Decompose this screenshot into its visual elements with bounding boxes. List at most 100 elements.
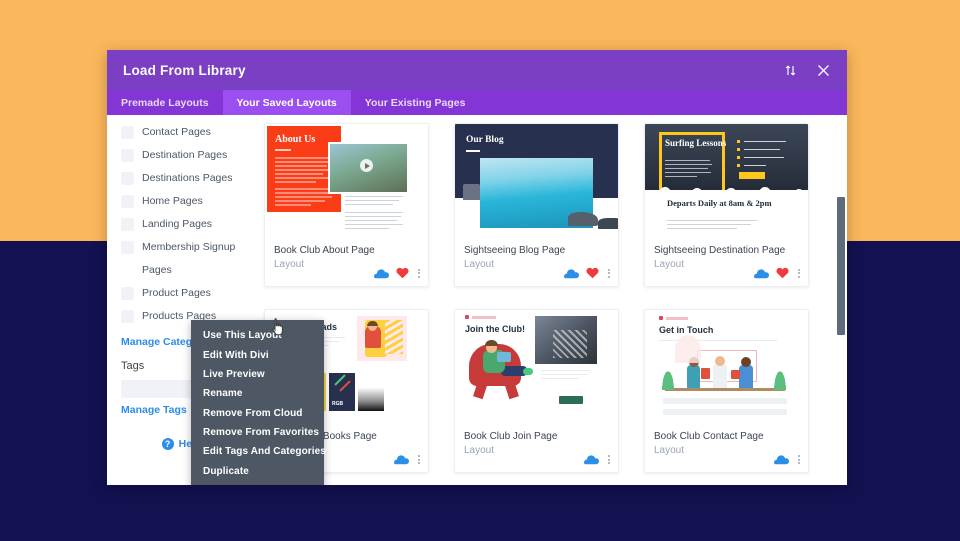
more-options-icon[interactable]: [606, 455, 612, 464]
category-item-product-pages[interactable]: Product Pages: [107, 284, 250, 307]
context-menu-item-live-preview[interactable]: Live Preview: [191, 365, 324, 384]
layout-card-sightseeing-blog-page[interactable]: Our Blog Sightseeing Blog Page Layout: [454, 123, 619, 287]
category-label: Destinations Pages: [142, 172, 233, 184]
cloud-icon[interactable]: [394, 454, 409, 465]
category-item-destinations-pages[interactable]: Destinations Pages: [107, 169, 250, 192]
modal-header: Load From Library: [107, 50, 847, 90]
cloud-icon[interactable]: [754, 268, 769, 279]
modal-body: Contact Pages Destination Pages Destinat…: [107, 115, 847, 485]
layout-card-book-club-join-page[interactable]: Join the Club! Book Club Join Page Layou…: [454, 309, 619, 473]
category-checkbox[interactable]: [121, 126, 134, 139]
close-icon[interactable]: [815, 62, 831, 78]
layouts-grid: About Us Book Club About Page Layout Our…: [264, 123, 833, 473]
thumb-subheading: Departs Daily at 8am & 2pm: [667, 198, 772, 208]
category-list: Contact Pages Destination Pages Destinat…: [107, 123, 250, 330]
category-checkbox[interactable]: [121, 310, 134, 323]
card-actions: [564, 267, 612, 279]
context-menu-item-duplicate[interactable]: Duplicate: [191, 462, 324, 481]
load-from-library-modal: Load From Library Premade Layouts Your S…: [107, 50, 847, 485]
card-title: Sightseeing Blog Page: [464, 245, 566, 256]
context-menu-item-export[interactable]: Export: [191, 481, 324, 485]
category-checkbox[interactable]: [121, 195, 134, 208]
scrollbar-thumb[interactable]: [837, 197, 845, 335]
book-cover: RGB: [329, 373, 355, 411]
context-menu-item-remove-from-favorites[interactable]: Remove From Favorites: [191, 423, 324, 442]
grid-scrollbar[interactable]: [837, 115, 845, 485]
layout-card-book-club-about-page[interactable]: About Us Book Club About Page Layout: [264, 123, 429, 287]
tab-premade-layouts[interactable]: Premade Layouts: [107, 90, 223, 115]
category-item-destination-pages[interactable]: Destination Pages: [107, 146, 250, 169]
card-actions: [754, 267, 802, 279]
card-actions: [584, 454, 612, 465]
category-label: Landing Pages: [142, 218, 213, 230]
category-item-membership-signup-pages[interactable]: Membership Signup: [107, 238, 250, 261]
cloud-icon[interactable]: [564, 268, 579, 279]
cloud-icon[interactable]: [374, 268, 389, 279]
card-title: Book Club Contact Page: [654, 431, 764, 442]
card-meta: Book Club Contact Page Layout: [645, 423, 808, 472]
layout-card-sightseeing-destination-page[interactable]: Surfing Lessons Departs Daily at 8am & 2…: [644, 123, 809, 287]
tab-your-saved-layouts[interactable]: Your Saved Layouts: [222, 90, 351, 115]
category-label: Destination Pages: [142, 149, 228, 161]
card-title: Sightseeing Destination Page: [654, 245, 786, 256]
card-meta: Sightseeing Destination Page Layout: [645, 237, 808, 286]
question-mark-icon[interactable]: ?: [161, 437, 174, 450]
cloud-icon[interactable]: [584, 454, 599, 465]
card-actions: [394, 454, 422, 465]
header-actions: [782, 62, 831, 78]
layout-card-book-club-contact-page[interactable]: Get in Touch Book Club Contact Page Layo…: [644, 309, 809, 473]
layout-thumbnail: Surfing Lessons Departs Daily at 8am & 2…: [645, 124, 808, 237]
card-meta: Book Club Join Page Layout: [455, 423, 618, 472]
more-options-icon[interactable]: [606, 268, 612, 278]
cloud-icon[interactable]: [774, 454, 789, 465]
category-checkbox[interactable]: [121, 241, 134, 254]
more-options-icon[interactable]: [796, 268, 802, 278]
layout-thumbnail: Our Blog: [455, 124, 618, 237]
thumb-heading: Surfing Lessons: [665, 138, 727, 148]
modal-tabs: Premade Layouts Your Saved Layouts Your …: [107, 90, 847, 115]
book-cover: [358, 373, 384, 411]
layout-thumbnail: About Us: [265, 124, 428, 237]
layout-thumbnail: Get in Touch: [645, 310, 808, 423]
thumb-heading: Get in Touch: [659, 325, 714, 335]
heart-icon[interactable]: [396, 267, 409, 279]
heart-icon[interactable]: [586, 267, 599, 279]
category-item-home-pages[interactable]: Home Pages: [107, 192, 250, 215]
context-menu-item-rename[interactable]: Rename: [191, 384, 324, 403]
card-meta: Book Club About Page Layout: [265, 237, 428, 286]
play-icon: [360, 159, 373, 172]
context-menu-item-remove-from-cloud[interactable]: Remove From Cloud: [191, 404, 324, 423]
more-options-icon[interactable]: [416, 268, 422, 278]
layout-context-menu: Use This Layout Edit With Divi Live Prev…: [191, 320, 326, 485]
more-options-icon[interactable]: [796, 455, 802, 464]
category-checkbox[interactable]: [121, 218, 134, 231]
category-item-landing-pages[interactable]: Landing Pages: [107, 215, 250, 238]
tab-your-existing-pages[interactable]: Your Existing Pages: [351, 90, 480, 115]
category-label-wrap: Pages: [142, 264, 172, 276]
category-checkbox[interactable]: [121, 149, 134, 162]
context-menu-item-use-this-layout[interactable]: Use This Layout: [191, 326, 324, 345]
heart-icon[interactable]: [776, 267, 789, 279]
card-actions: [374, 267, 422, 279]
thumb-image: [480, 158, 618, 229]
category-label: Membership Signup: [142, 241, 236, 253]
page-title: Load From Library: [123, 62, 246, 78]
category-checkbox[interactable]: [121, 287, 134, 300]
thumb-heading: Join the Club!: [465, 324, 525, 334]
category-item-membership-signup-pages-line2: Pages: [107, 261, 250, 284]
thumb-heading: About Us: [275, 134, 316, 145]
thumb-rule: [466, 150, 480, 152]
thumb-cta-button: [559, 396, 583, 404]
card-title: Book Club About Page: [274, 245, 375, 256]
card-actions: [774, 454, 802, 465]
context-menu-item-edit-tags-and-categories[interactable]: Edit Tags And Categories: [191, 442, 326, 461]
book-cover-title: RGB: [332, 401, 344, 407]
context-menu-item-edit-with-divi[interactable]: Edit With Divi: [191, 345, 324, 364]
more-options-icon[interactable]: [416, 455, 422, 464]
layouts-grid-container: About Us Book Club About Page Layout Our…: [250, 115, 847, 485]
category-item-contact-pages[interactable]: Contact Pages: [107, 123, 250, 146]
category-label: Home Pages: [142, 195, 203, 207]
category-checkbox[interactable]: [121, 172, 134, 185]
category-label: Contact Pages: [142, 126, 211, 138]
sort-updown-icon[interactable]: [782, 62, 798, 78]
